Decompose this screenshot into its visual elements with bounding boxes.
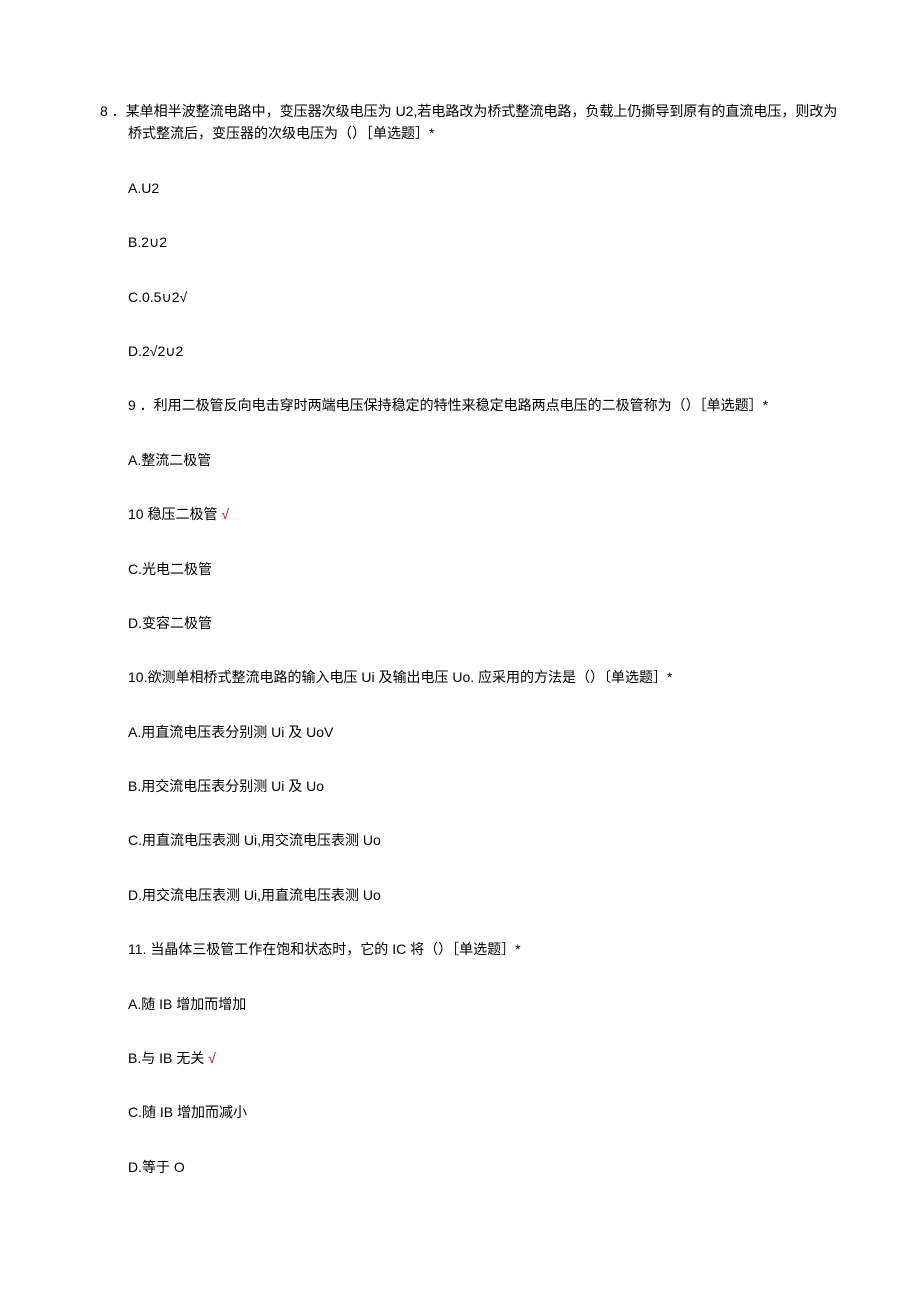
question-10-option-d: D.用交流电压表测 Ui,用直流电压表测 Uo	[100, 884, 850, 906]
question-9-stem: 9 ．利用二极管反向电击穿时两端电压保持稳定的特性来稳定电路两点电压的二极管称为…	[100, 394, 850, 416]
check-mark-icon: √	[221, 506, 229, 522]
check-mark-icon: √	[208, 1050, 216, 1066]
question-10-option-c: C.用直流电压表测 Ui,用交流电压表测 Uo	[100, 829, 850, 851]
question-11-option-a: A.随 IB 增加而增加	[100, 993, 850, 1015]
question-11-stem: 11. 当晶体三极管工作在饱和状态时，它的 IC 将（）［单选题］*	[100, 938, 850, 960]
option-text: B.与 IB 无关	[128, 1050, 208, 1066]
question-9-option-a: A.整流二极管	[100, 449, 850, 471]
question-10-stem: 10.欲测单相桥式整流电路的输入电压 Ui 及输出电压 Uo. 应采用的方法是（…	[100, 666, 850, 688]
question-8-option-a: A.U2	[100, 177, 850, 199]
question-9-option-d: D.变容二极管	[100, 612, 850, 634]
question-8-option-c: C.0.5∪2√	[100, 286, 850, 308]
question-11-option-b: B.与 IB 无关 √	[100, 1047, 850, 1069]
question-8-option-d: D.2√2∪2	[100, 340, 850, 362]
question-11-option-d: D.等于 O	[100, 1156, 850, 1178]
question-10-option-b: B.用交流电压表分别测 Ui 及 Uo	[100, 775, 850, 797]
question-8-stem: 8 ．某单相半波整流电路中，变压器次级电压为 U2,若电路改为桥式整流电路，负载…	[100, 100, 850, 145]
question-9-option-c: C.光电二极管	[100, 558, 850, 580]
question-9-option-b: 10 稳压二极管 √	[100, 503, 850, 525]
question-8-option-b: B.2∪2	[100, 231, 850, 253]
document-page: 8 ．某单相半波整流电路中，变压器次级电压为 U2,若电路改为桥式整流电路，负载…	[0, 0, 920, 1270]
question-11-option-c: C.随 IB 增加而减小	[100, 1101, 850, 1123]
question-10-option-a: A.用直流电压表分别测 Ui 及 UoV	[100, 721, 850, 743]
option-text: 10 稳压二极管	[128, 506, 221, 522]
